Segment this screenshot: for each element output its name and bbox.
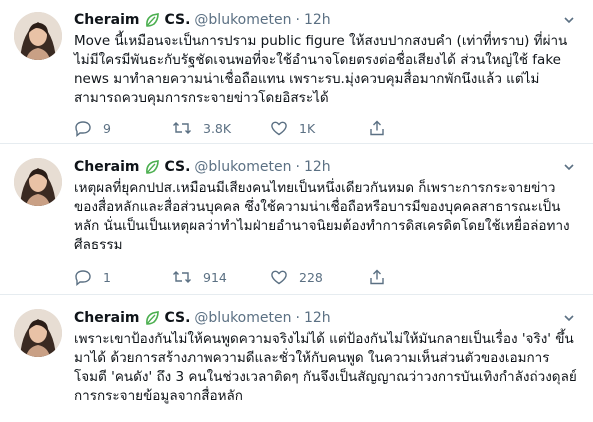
separator-dot: · — [295, 310, 300, 326]
tweet-text: Move นี้เหมือนจะเป็นการปราม public figur… — [74, 33, 568, 106]
like-icon — [271, 121, 287, 136]
reply-icon — [75, 121, 91, 137]
user-handle[interactable]: @blukometen — [194, 159, 291, 175]
avatar[interactable] — [14, 309, 62, 357]
share-icon — [370, 120, 384, 136]
timestamp[interactable]: 12h — [304, 159, 331, 175]
tweet-actions: 9 3.8K 1K — [74, 118, 579, 138]
separator-dot: · — [295, 159, 300, 175]
reply-button[interactable]: 1 — [74, 268, 172, 286]
display-name[interactable]: Cheraim — [74, 310, 139, 326]
share-button[interactable] — [368, 119, 397, 137]
retweet-icon — [173, 122, 191, 134]
like-count: 1K — [299, 120, 316, 136]
tweet-actions: 1 914 228 — [74, 267, 579, 287]
tweet[interactable]: Cheraim CS. @blukometen · 12h เพราะเขาป้… — [0, 295, 593, 422]
like-icon — [271, 270, 287, 285]
timestamp[interactable]: 12h — [304, 310, 331, 326]
leaf-icon — [144, 12, 160, 28]
user-handle[interactable]: @blukometen — [194, 310, 291, 326]
avatar[interactable] — [14, 12, 62, 60]
share-button[interactable] — [368, 268, 397, 286]
more-options-button[interactable] — [559, 308, 579, 328]
retweet-button[interactable]: 3.8K — [172, 119, 270, 137]
share-icon — [370, 269, 384, 285]
leaf-icon — [144, 159, 160, 175]
chevron-down-icon — [564, 315, 574, 322]
separator-dot: · — [295, 12, 300, 28]
tweet-text: เพราะเขาป้องกันไม่ให้คนพูดความจริงไม่ได้… — [74, 331, 577, 404]
more-options-button[interactable] — [559, 10, 579, 30]
name-badge: CS. — [164, 12, 191, 28]
name-badge: CS. — [164, 310, 191, 326]
chevron-down-icon — [564, 17, 574, 24]
reply-count: 9 — [103, 120, 111, 136]
tweet[interactable]: Cheraim CS. @blukometen · 12h เหตุผลที่ย… — [0, 144, 593, 295]
like-count: 228 — [299, 269, 323, 285]
reply-button[interactable]: 9 — [74, 119, 172, 137]
chevron-down-icon — [564, 164, 574, 171]
user-handle[interactable]: @blukometen — [194, 12, 291, 28]
reply-count: 1 — [103, 269, 111, 285]
display-name[interactable]: Cheraim — [74, 159, 139, 175]
retweet-count: 914 — [203, 269, 227, 285]
name-badge: CS. — [164, 159, 191, 175]
tweet[interactable]: Cheraim CS. @blukometen · 12h Move นี้เห… — [0, 0, 593, 144]
retweet-button[interactable]: 914 — [172, 268, 270, 286]
retweet-count: 3.8K — [203, 120, 232, 136]
like-button[interactable]: 228 — [270, 268, 368, 286]
avatar[interactable] — [14, 158, 62, 206]
leaf-icon — [144, 310, 160, 326]
more-options-button[interactable] — [559, 157, 579, 177]
like-button[interactable]: 1K — [270, 119, 368, 137]
timestamp[interactable]: 12h — [304, 12, 331, 28]
reply-icon — [75, 270, 91, 286]
retweet-icon — [173, 271, 191, 283]
tweet-text: เหตุผลที่ยุคกปปส.เหมือนมีเสียงคนไทยเป็นห… — [74, 180, 570, 253]
display-name[interactable]: Cheraim — [74, 12, 139, 28]
